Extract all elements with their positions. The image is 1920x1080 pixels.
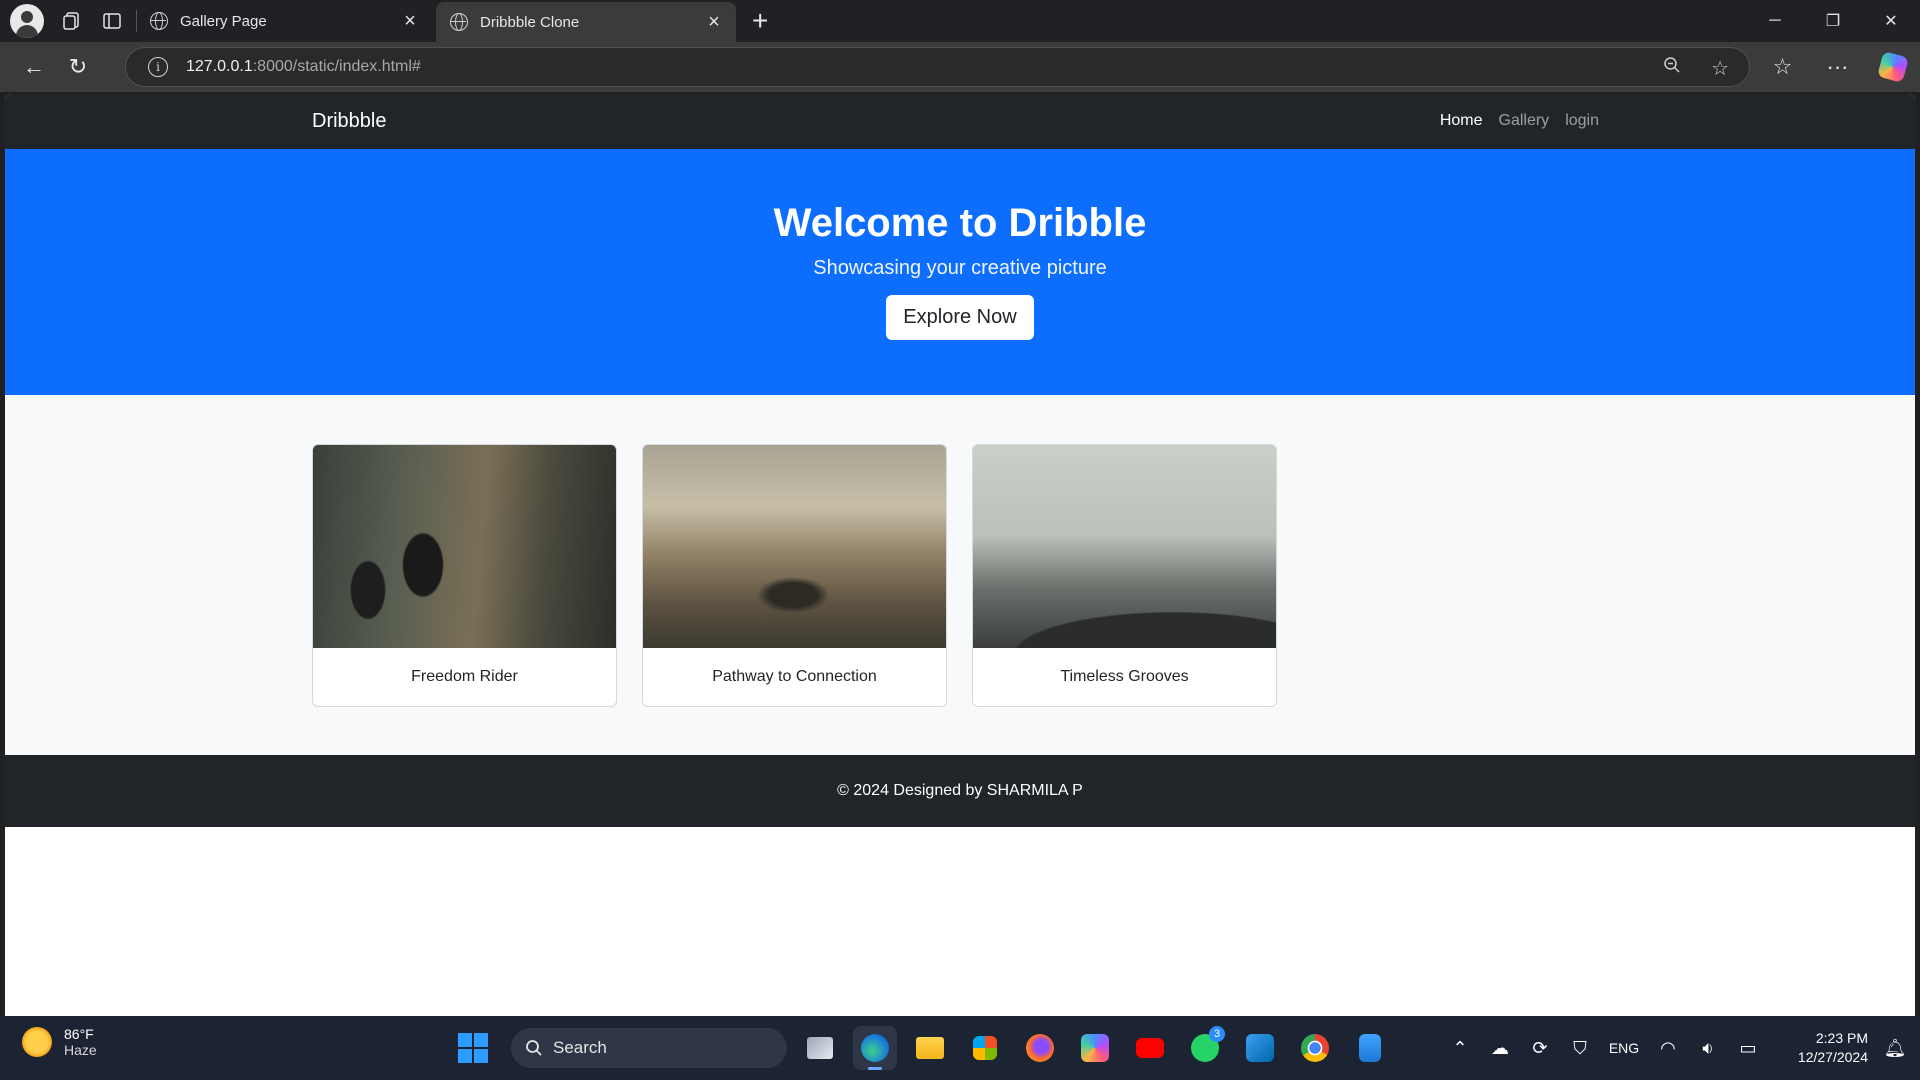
notification-bell-icon[interactable]: 🔔︎ <box>1880 1038 1910 1059</box>
search-icon <box>526 1040 542 1056</box>
weather-haze-icon <box>22 1027 52 1057</box>
tab-gallery-page[interactable]: Gallery Page × <box>136 0 432 42</box>
nav-link-home[interactable]: Home <box>1440 112 1483 130</box>
security-shield-icon[interactable]: ⛉ <box>1560 1038 1600 1059</box>
new-tab-button[interactable]: + <box>752 5 768 37</box>
profile-avatar-icon[interactable] <box>10 4 44 38</box>
tab-title: Gallery Page <box>180 12 267 30</box>
zoom-icon[interactable] <box>1663 56 1681 80</box>
url-path: :8000/static/index.html# <box>252 58 421 75</box>
card-image-canal-bridge <box>643 445 946 648</box>
refresh-button[interactable]: ↻ <box>56 47 100 87</box>
whatsapp-badge: 3 <box>1209 1026 1225 1042</box>
nav-link-login[interactable]: login <box>1565 112 1599 130</box>
address-bar[interactable]: i 127.0.0.1 :8000/static/index.html# ☆ <box>125 47 1750 87</box>
vertical-tabs-icon[interactable] <box>92 1 132 41</box>
sync-icon[interactable]: ⟳ <box>1520 1038 1560 1059</box>
volume-icon[interactable]: 🔉︎ <box>1688 1038 1728 1059</box>
gallery-card[interactable]: Freedom Rider <box>312 444 617 707</box>
microsoft-store-icon[interactable] <box>963 1026 1007 1070</box>
weather-widget[interactable]: 86°F Haze <box>22 1026 97 1058</box>
notepad-icon[interactable] <box>1348 1026 1392 1070</box>
file-explorer-icon[interactable] <box>908 1026 952 1070</box>
explore-now-button[interactable]: Explore Now <box>886 295 1034 340</box>
weather-condition: Haze <box>64 1042 97 1058</box>
tab-dribbble-clone[interactable]: Dribbble Clone × <box>436 2 736 42</box>
close-window-button[interactable]: ✕ <box>1862 0 1920 42</box>
more-menu-icon[interactable]: ··· <box>1810 47 1865 87</box>
globe-icon <box>150 12 168 30</box>
wifi-icon[interactable]: ◠ <box>1648 1038 1688 1059</box>
copilot-icon[interactable] <box>1865 47 1920 87</box>
clock[interactable]: 2:23 PM 12/27/2024 <box>1768 1029 1868 1067</box>
site-nav-links: Home Gallery login <box>1440 112 1599 130</box>
page-viewport: Dribbble Home Gallery login Welcome to D… <box>5 94 1915 1016</box>
youtube-icon[interactable] <box>1128 1026 1172 1070</box>
nav-link-gallery[interactable]: Gallery <box>1499 112 1550 130</box>
browser-tab-strip: Gallery Page × Dribbble Clone × + ─ ❐ ✕ <box>0 0 1920 42</box>
taskbar-search[interactable]: Search <box>511 1028 787 1068</box>
clock-time: 2:23 PM <box>1815 1030 1868 1047</box>
favorite-star-icon[interactable]: ☆ <box>1711 56 1729 81</box>
search-label: Search <box>553 1038 607 1057</box>
tab-title: Dribbble Clone <box>480 13 580 31</box>
card-caption: Freedom Rider <box>411 668 518 685</box>
browser-toolbar: ← ↻ i 127.0.0.1 :8000/static/index.html#… <box>0 42 1920 92</box>
window-controls: ─ ❐ ✕ <box>1746 0 1920 42</box>
windows-taskbar: 86°F Haze Search 3 ⌃ ☁ ⟳ ⛉ ENG ◠ 🔉︎ ▭ 2:… <box>0 1016 1920 1080</box>
workspaces-icon[interactable] <box>52 1 92 41</box>
site-navbar: Dribbble Home Gallery login <box>5 94 1915 149</box>
task-view-icon[interactable] <box>798 1026 842 1070</box>
language-indicator[interactable]: ENG <box>1600 1040 1648 1056</box>
site-brand[interactable]: Dribbble <box>312 110 386 133</box>
gallery-card[interactable]: Timeless Grooves <box>972 444 1277 707</box>
battery-icon[interactable]: ▭ <box>1728 1038 1768 1059</box>
vscode-icon[interactable] <box>1238 1026 1282 1070</box>
close-tab-icon[interactable]: × <box>400 10 420 33</box>
site-info-icon[interactable]: i <box>148 57 168 77</box>
gallery-card[interactable]: Pathway to Connection <box>642 444 947 707</box>
favorites-icon[interactable]: ☆ <box>1755 47 1810 87</box>
whatsapp-icon[interactable]: 3 <box>1183 1026 1227 1070</box>
site-footer: © 2024 Designed by SHARMILA P <box>5 755 1915 827</box>
gallery-section: Freedom Rider Pathway to Connection Time… <box>5 395 1915 755</box>
restore-button[interactable]: ❐ <box>1804 0 1862 42</box>
chevron-up-icon[interactable]: ⌃ <box>1440 1038 1480 1059</box>
start-button-windows-icon[interactable] <box>458 1033 488 1063</box>
back-button[interactable]: ← <box>12 47 56 87</box>
hero-section: Welcome to Dribble Showcasing your creat… <box>5 149 1915 395</box>
card-image-motorcycle <box>313 445 616 648</box>
url-host: 127.0.0.1 <box>186 58 253 75</box>
card-caption: Timeless Grooves <box>1060 668 1189 685</box>
hero-title: Welcome to Dribble <box>773 201 1147 245</box>
close-tab-icon[interactable]: × <box>704 11 724 34</box>
clock-date: 12/27/2024 <box>1797 1049 1868 1065</box>
taskbar-apps: Search 3 <box>458 1024 1392 1072</box>
edge-browser-icon[interactable] <box>853 1026 897 1070</box>
globe-icon <box>450 13 468 31</box>
footer-text: © 2024 Designed by SHARMILA P <box>837 782 1083 799</box>
minimize-button[interactable]: ─ <box>1746 0 1804 42</box>
copilot-app-icon[interactable] <box>1073 1026 1117 1070</box>
hero-subtitle: Showcasing your creative picture <box>813 257 1107 279</box>
firefox-icon[interactable] <box>1018 1026 1062 1070</box>
card-image-turntable <box>973 445 1276 648</box>
chrome-icon[interactable] <box>1293 1026 1337 1070</box>
card-caption: Pathway to Connection <box>712 668 877 685</box>
weather-temp: 86°F <box>64 1026 94 1042</box>
system-tray: ⌃ ☁ ⟳ ⛉ ENG ◠ 🔉︎ ▭ 2:23 PM 12/27/2024 🔔︎ <box>1440 1016 1920 1080</box>
onedrive-icon[interactable]: ☁ <box>1480 1038 1520 1059</box>
